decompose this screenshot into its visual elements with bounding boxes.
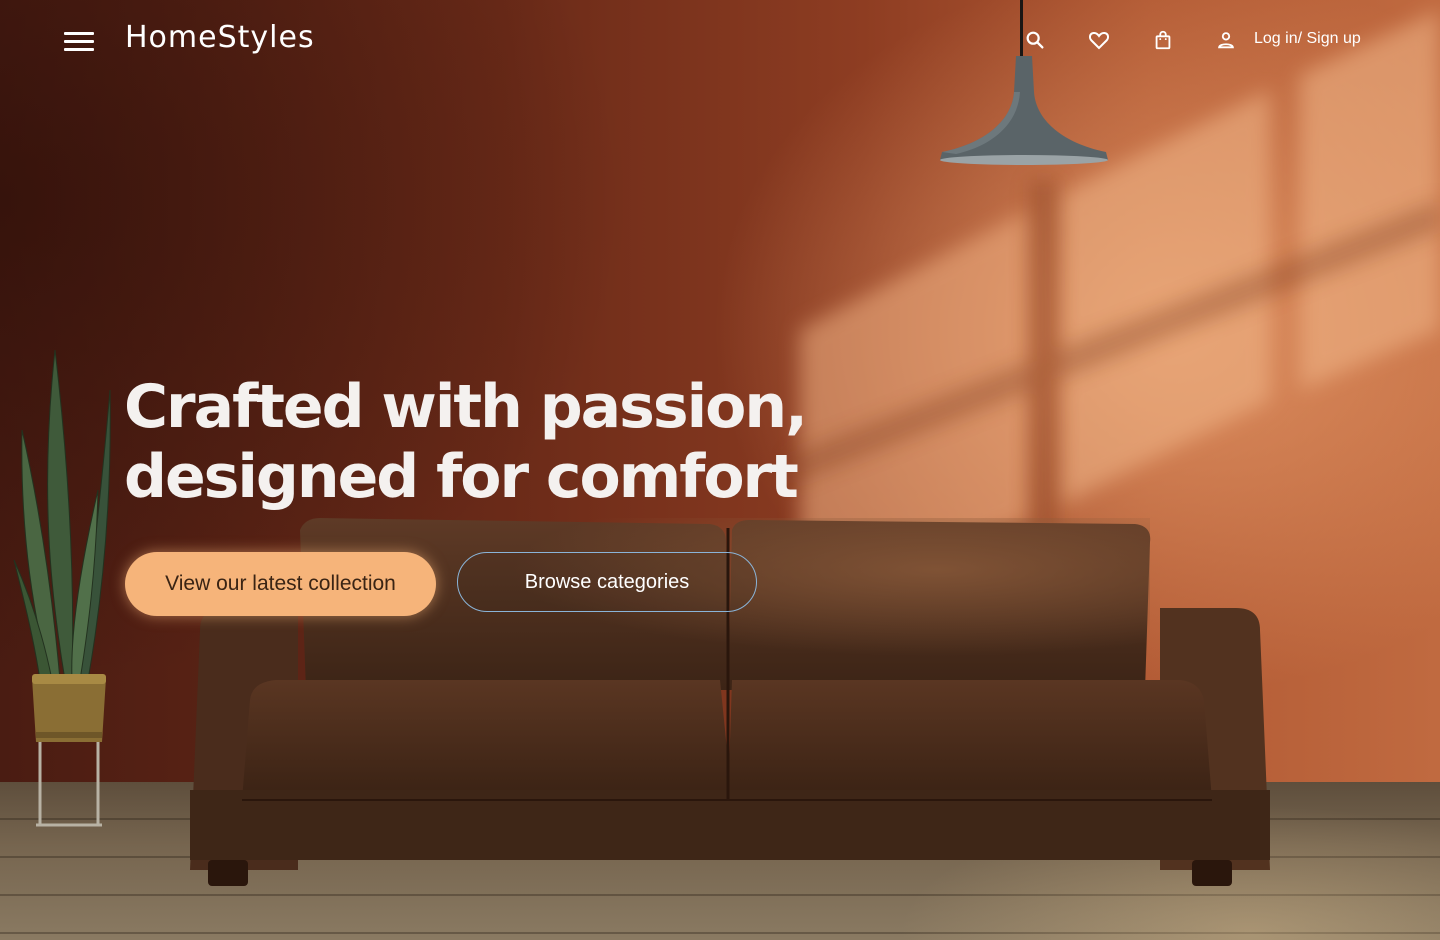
hero-headline: Crafted with passion, designed for comfo… (124, 372, 884, 512)
search-icon[interactable] (1021, 26, 1049, 54)
headline-line-2: designed for comfort (124, 442, 799, 512)
login-signup-link[interactable]: Log in/ Sign up (1254, 30, 1361, 48)
heart-icon[interactable] (1085, 26, 1113, 54)
hero-section: HomeStyles Log in/ Sign up Crafted with … (0, 0, 1440, 940)
brand-logo[interactable]: HomeStyles (125, 20, 315, 55)
headline-line-1: Crafted with passion, (124, 372, 808, 442)
hamburger-menu-icon[interactable] (62, 28, 98, 54)
browse-categories-button[interactable]: Browse categories (457, 552, 757, 612)
shopping-bag-icon[interactable] (1149, 26, 1177, 54)
view-collection-button[interactable]: View our latest collection (125, 552, 436, 616)
user-icon[interactable] (1212, 26, 1240, 54)
site-header: HomeStyles Log in/ Sign up (0, 0, 1440, 82)
potted-plant (13, 349, 111, 827)
